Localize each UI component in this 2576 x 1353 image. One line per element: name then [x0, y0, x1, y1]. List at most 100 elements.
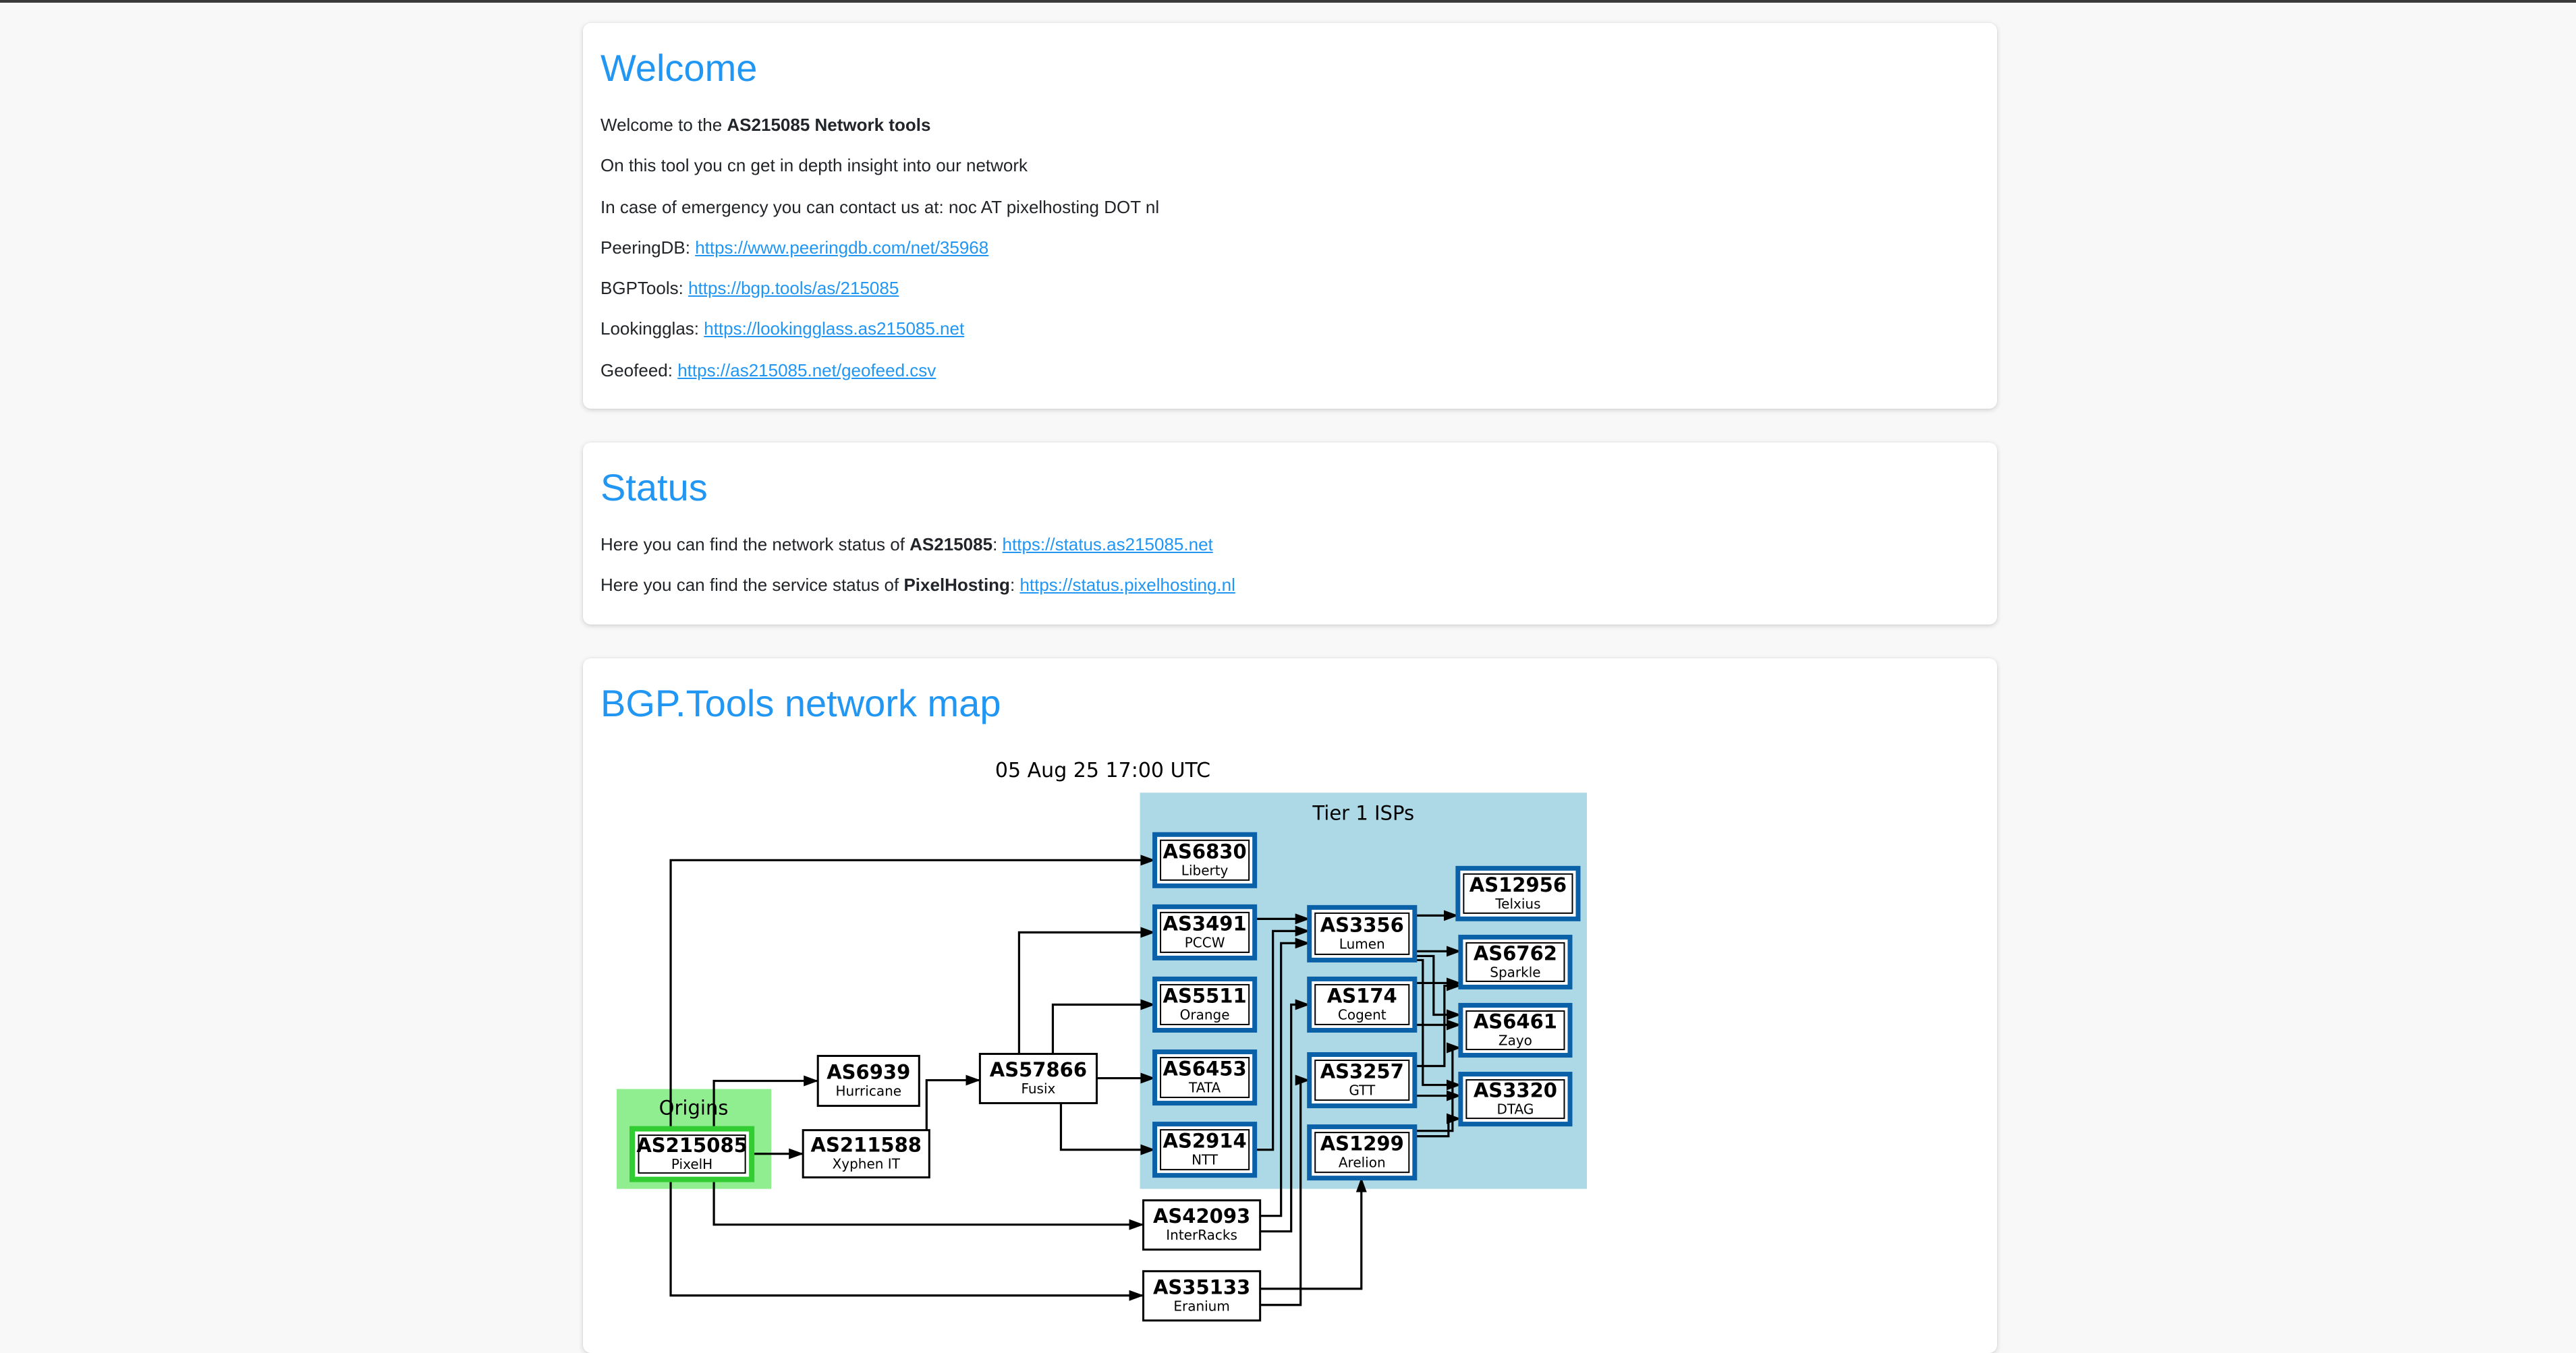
link[interactable]: https://www.peeringdb.com/net/35968: [695, 237, 988, 258]
graph-node-AS211588: AS211588Xyphen IT: [803, 1130, 929, 1177]
link[interactable]: https://as215085.net/geofeed.csv: [677, 359, 936, 380]
node-name: GTT: [1349, 1082, 1376, 1098]
node-name: Xyphen IT: [833, 1155, 901, 1172]
graph-node-AS6830: AS6830Liberty: [1155, 834, 1255, 886]
graph-edge-fusix-orange: [1053, 1004, 1154, 1054]
graph-node-AS42093: AS42093InterRacks: [1144, 1200, 1260, 1249]
link[interactable]: https://bgp.tools/as/215085: [688, 278, 899, 298]
welcome-card: Welcome Welcome to the AS215085 Network …: [583, 23, 1997, 409]
link[interactable]: https://lookingglass.as215085.net: [704, 319, 964, 339]
node-asn: AS2914: [1163, 1129, 1247, 1152]
bold-text: PixelHosting: [903, 575, 1010, 596]
paragraph: Here you can find the network status of …: [600, 534, 1976, 556]
graph-node-AS215085: AS215085PixelH: [632, 1128, 752, 1179]
network-map-svg: 05 Aug 25 17:00 UTC Tier 1 ISPs Origins AS2…: [615, 750, 1594, 1325]
node-name: Arelion: [1339, 1154, 1386, 1170]
graph-node-AS1299: AS1299Arelion: [1310, 1126, 1415, 1178]
node-asn: AS6830: [1163, 840, 1247, 863]
welcome-paragraphs: Welcome to the AS215085 Network tools On …: [600, 115, 1976, 382]
text: In case of emergency you can contact us …: [600, 196, 1159, 217]
graph-node-AS6939: AS6939Hurricane: [818, 1056, 919, 1105]
node-asn: AS1299: [1320, 1132, 1404, 1155]
node-name: TATA: [1188, 1079, 1221, 1095]
graph-edge-pixelh-interracks: [714, 1179, 1143, 1224]
graph-edge-eranium-arelion: [1260, 1178, 1362, 1288]
paragraph: Lookingglas: https://lookingglass.as2150…: [600, 319, 1976, 341]
paragraph: Here you can find the service status of …: [600, 575, 1976, 598]
main-content: Welcome Welcome to the AS215085 Network …: [583, 3, 1997, 1353]
node-asn: AS57866: [990, 1058, 1087, 1081]
node-asn: AS12956: [1469, 873, 1567, 896]
node-name: Sparkle: [1490, 964, 1540, 980]
node-name: Orange: [1180, 1006, 1230, 1023]
graph-node-AS6461: AS6461Zayo: [1461, 1005, 1570, 1055]
status-card: Status Here you can find the network sta…: [583, 442, 1997, 624]
node-name: PixelH: [671, 1156, 712, 1172]
graph-node-AS57866: AS57866Fusix: [980, 1054, 1096, 1103]
node-name: Liberty: [1181, 862, 1229, 878]
map-timestamp: 05 Aug 25 17:00 UTC: [995, 759, 1210, 782]
node-asn: AS5511: [1163, 984, 1247, 1007]
node-name: Cogent: [1338, 1006, 1387, 1023]
status-paragraphs: Here you can find the network status of …: [600, 534, 1976, 597]
node-name: Lumen: [1339, 935, 1385, 952]
graph-node-AS6762: AS6762Sparkle: [1461, 937, 1570, 987]
node-name: InterRacks: [1166, 1227, 1237, 1243]
bold-text: AS215085: [909, 534, 992, 554]
text: :: [1010, 575, 1019, 596]
node-asn: AS3356: [1320, 913, 1404, 936]
node-name: Eranium: [1173, 1298, 1230, 1314]
node-asn: AS42093: [1153, 1205, 1250, 1228]
cluster-label-origins: Origins: [659, 1096, 729, 1119]
bgp-map-card: BGP.Tools network map 05 Aug 25 17:00 UT…: [583, 658, 1997, 1352]
text: Geofeed:: [600, 359, 677, 380]
node-asn: AS35133: [1153, 1275, 1250, 1298]
graph-edge-xyphen-fusix: [926, 1080, 980, 1130]
text: BGPTools:: [600, 278, 688, 298]
bold-text: AS215085 Network tools: [727, 115, 930, 135]
paragraph: PeeringDB: https://www.peeringdb.com/net…: [600, 237, 1976, 260]
text: On this tool you cn get in depth insight…: [600, 156, 1028, 176]
graph-node-AS12956: AS12956Telxius: [1458, 868, 1578, 919]
node-name: Zayo: [1499, 1032, 1532, 1048]
node-asn: AS6453: [1163, 1057, 1247, 1080]
text: :: [992, 534, 1002, 554]
graph-edge-pixelh-eranium: [671, 1179, 1143, 1295]
node-asn: AS6461: [1474, 1010, 1557, 1033]
text: PeeringDB:: [600, 237, 695, 258]
graph-node-AS3320: AS3320DTAG: [1461, 1074, 1570, 1124]
link[interactable]: https://status.as215085.net: [1003, 534, 1213, 554]
text: Here you can find the service status of: [600, 575, 903, 596]
node-name: DTAG: [1496, 1101, 1534, 1117]
graph-node-AS6453: AS6453TATA: [1155, 1052, 1255, 1103]
node-asn: AS6939: [827, 1060, 910, 1083]
paragraph: On this tool you cn get in depth insight…: [600, 156, 1976, 178]
paragraph: In case of emergency you can contact us …: [600, 196, 1976, 219]
node-asn: AS174: [1327, 984, 1397, 1007]
node-name: NTT: [1192, 1151, 1219, 1168]
graph-node-AS2914: AS2914NTT: [1155, 1124, 1255, 1175]
node-asn: AS3257: [1320, 1060, 1404, 1083]
link[interactable]: https://status.pixelhosting.nl: [1019, 575, 1235, 596]
graph-node-AS35133: AS35133Eranium: [1144, 1271, 1260, 1320]
graph-edge-fusix-pccw: [1019, 932, 1154, 1054]
node-name: Fusix: [1021, 1081, 1055, 1097]
node-asn: AS3491: [1163, 912, 1247, 935]
node-name: Telxius: [1494, 895, 1540, 911]
node-asn: AS6762: [1474, 942, 1557, 965]
page: Welcome Welcome to the AS215085 Network …: [0, 0, 2576, 1300]
text: Lookingglas:: [600, 319, 704, 339]
paragraph: Welcome to the AS215085 Network tools: [600, 115, 1976, 137]
graph-node-AS3491: AS3491PCCW: [1155, 906, 1255, 958]
paragraph: BGPTools: https://bgp.tools/as/215085: [600, 278, 1976, 300]
paragraph: Geofeed: https://as215085.net/geofeed.cs…: [600, 359, 1976, 382]
node-name: Hurricane: [835, 1083, 901, 1099]
graph-node-AS5511: AS5511Orange: [1155, 979, 1255, 1030]
node-asn: AS211588: [811, 1133, 922, 1156]
node-asn: AS215085: [636, 1134, 748, 1157]
network-map-graph: 05 Aug 25 17:00 UTC Tier 1 ISPs Origins AS2…: [615, 750, 1976, 1331]
text: Here you can find the network status of: [600, 534, 909, 554]
cluster-label-tier1: Tier 1 ISPs: [1312, 801, 1414, 824]
node-name: PCCW: [1185, 934, 1225, 950]
text: Welcome to the: [600, 115, 727, 135]
